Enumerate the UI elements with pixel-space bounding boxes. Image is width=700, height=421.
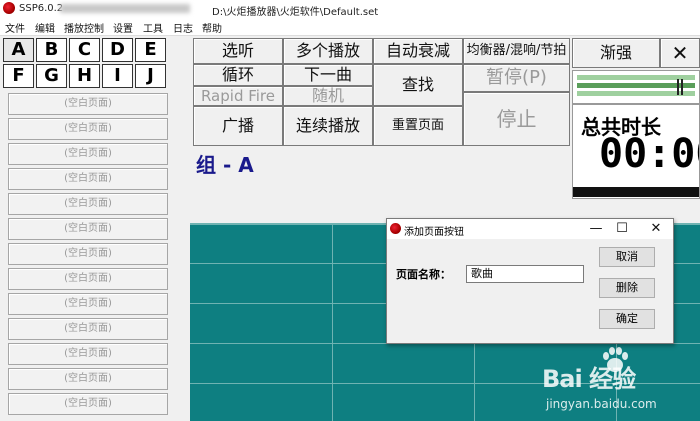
next-button[interactable]: 下一曲: [283, 64, 373, 86]
page-button[interactable]: (空白页面): [8, 168, 168, 190]
baidu-watermark: Bai 经验 jingyan.baidu.com: [540, 345, 700, 421]
menu-file[interactable]: 文件: [5, 20, 25, 35]
fade-in-button[interactable]: 渐强: [572, 38, 660, 68]
pause-button[interactable]: 暂停(P): [463, 64, 570, 92]
meter-marker: [681, 79, 683, 95]
blurred-title-text: [60, 4, 190, 13]
find-button[interactable]: 查找: [373, 64, 463, 106]
delete-button[interactable]: 删除: [599, 278, 655, 298]
group-button-e[interactable]: E: [135, 38, 166, 62]
menu-bar: 文件 编辑 播放控制 设置 工具 日志 帮助: [0, 18, 700, 36]
loop-button[interactable]: 循环: [193, 64, 283, 86]
page-name-label: 页面名称：: [396, 268, 451, 281]
continuous-play-button[interactable]: 连续播放: [283, 106, 373, 146]
grid-line: [332, 223, 333, 421]
page-button[interactable]: (空白页面): [8, 268, 168, 290]
cue-button[interactable]: 选听: [193, 38, 283, 64]
ok-button[interactable]: 确定: [599, 309, 655, 329]
dialog-title: 添加页面按钮: [404, 227, 464, 238]
watermark-brand: Bai 经验: [542, 365, 636, 393]
maximize-icon[interactable]: ☐: [609, 220, 635, 238]
progress-bar: [573, 187, 699, 197]
page-button[interactable]: (空白页面): [8, 393, 168, 415]
group-button-f[interactable]: F: [3, 64, 34, 88]
page-button[interactable]: (空白页面): [8, 93, 168, 115]
rapid-fire-button[interactable]: Rapid Fire: [193, 86, 283, 106]
menu-settings[interactable]: 设置: [113, 20, 133, 35]
random-button[interactable]: 随机: [283, 86, 373, 106]
group-letter-grid: A B C D E F G H I J: [3, 38, 169, 90]
page-button[interactable]: (空白页面): [8, 118, 168, 140]
balance-reverb-button[interactable]: 均衡器/混响/节拍: [463, 38, 570, 64]
level-meter: [572, 70, 700, 104]
page-name-input[interactable]: 歌曲: [466, 265, 584, 283]
dialog-title-bar: 添加页面按钮 — ☐ ✕: [387, 219, 673, 239]
group-button-b[interactable]: B: [36, 38, 67, 62]
dialog-app-icon: [390, 223, 401, 234]
menu-edit[interactable]: 编辑: [35, 20, 55, 35]
file-path: D:\火炬播放器\火炬软件\Default.set: [212, 7, 379, 18]
group-label: 组 - A: [196, 153, 254, 177]
add-page-button-dialog: 添加页面按钮 — ☐ ✕ 页面名称： 歌曲 取消 删除 确定: [386, 218, 674, 344]
watermark-url: jingyan.baidu.com: [546, 397, 657, 411]
menu-playback[interactable]: 播放控制: [64, 20, 104, 35]
title-bar: SSP6.0.2 D:\火炬播放器\火炬软件\Default.set: [0, 0, 700, 18]
group-button-h[interactable]: H: [69, 64, 100, 88]
auto-fade-button[interactable]: 自动衰减: [373, 38, 463, 64]
page-button[interactable]: (空白页面): [8, 243, 168, 265]
group-button-c[interactable]: C: [69, 38, 100, 62]
group-button-i[interactable]: I: [102, 64, 133, 88]
close-icon[interactable]: ✕: [660, 38, 700, 68]
page-button[interactable]: (空白页面): [8, 293, 168, 315]
multi-play-button[interactable]: 多个播放: [283, 38, 373, 64]
meter-marker: [677, 79, 679, 95]
page-button[interactable]: (空白页面): [8, 318, 168, 340]
group-button-a[interactable]: A: [3, 38, 34, 62]
total-time-value: 00:00: [599, 131, 699, 177]
page-button[interactable]: (空白页面): [8, 218, 168, 240]
group-button-g[interactable]: G: [36, 64, 67, 88]
page-button[interactable]: (空白页面): [8, 368, 168, 390]
minimize-icon[interactable]: —: [583, 220, 609, 238]
broadcast-button[interactable]: 广播: [193, 106, 283, 146]
page-button[interactable]: (空白页面): [8, 143, 168, 165]
close-icon[interactable]: ✕: [643, 220, 669, 238]
group-button-d[interactable]: D: [102, 38, 133, 62]
reset-page-button[interactable]: 重置页面: [373, 106, 463, 146]
stop-button[interactable]: 停止: [463, 92, 570, 146]
menu-tools[interactable]: 工具: [143, 20, 163, 35]
total-time-panel: 总共时长 00:00: [572, 104, 700, 199]
page-button[interactable]: (空白页面): [8, 343, 168, 365]
page-button[interactable]: (空白页面): [8, 193, 168, 215]
group-button-j[interactable]: J: [135, 64, 166, 88]
app-title: SSP6.0.2: [19, 3, 64, 14]
app-icon: [3, 2, 15, 14]
menu-help[interactable]: 帮助: [202, 20, 222, 35]
cancel-button[interactable]: 取消: [599, 247, 655, 267]
menu-log[interactable]: 日志: [173, 20, 193, 35]
